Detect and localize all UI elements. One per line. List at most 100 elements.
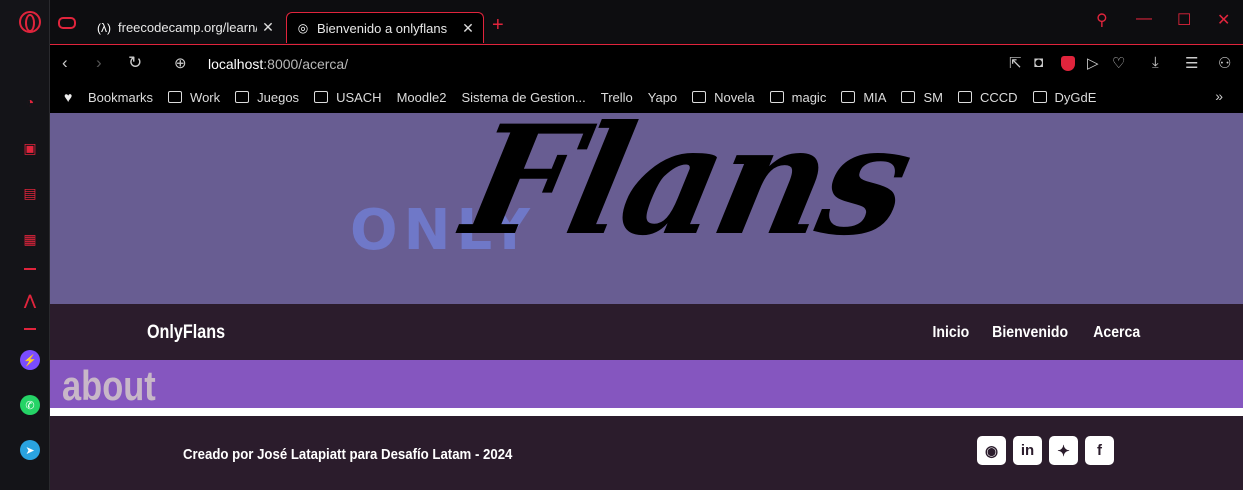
folder-icon <box>168 91 183 103</box>
site-footer: Creado por José Latapiatt para Desafío L… <box>50 416 1243 490</box>
facebook-icon[interactable]: f <box>1085 436 1114 465</box>
bookmark-label: Moodle2 <box>396 89 447 105</box>
bookmark-item[interactable]: magic <box>769 89 827 105</box>
bookmark-item[interactable]: CCCD <box>957 89 1018 105</box>
bookmark-item[interactable]: USACH <box>314 90 382 105</box>
divider <box>50 408 1243 416</box>
url-host: localhost <box>208 56 264 72</box>
bookmark-label: Trello <box>600 89 633 105</box>
bookmark-item[interactable]: Work <box>168 90 220 105</box>
github-icon[interactable]: ◉ <box>977 436 1006 465</box>
bookmark-label: USACH <box>336 89 382 105</box>
maximize-icon[interactable]: ☐ <box>1177 10 1191 30</box>
heart-icon: ♥ <box>64 89 73 105</box>
close-tab-icon[interactable]: ✕ <box>461 20 475 37</box>
bookmark-label: Yapo <box>647 89 678 105</box>
bookmark-label: Work <box>190 89 221 105</box>
nav-link-inicio[interactable]: Inicio <box>932 324 969 342</box>
bookmark-item[interactable]: Juegos <box>235 90 299 105</box>
gaming-icon[interactable] <box>58 17 76 29</box>
bookmark-item[interactable]: Sistema de Gestion... <box>100 89 586 208</box>
easy-setup-icon[interactable]: ☰ <box>1185 54 1198 72</box>
bookmark-item[interactable]: DyGdE <box>1032 90 1096 105</box>
bookmarks-overflow-icon[interactable]: » <box>1215 88 1223 104</box>
profile-icon[interactable]: ⚇ <box>1218 54 1231 72</box>
twitch-icon[interactable]: ▤ <box>20 183 40 203</box>
bookmark-item[interactable]: MIA <box>841 90 886 105</box>
camera-icon[interactable]: ◘ <box>1034 54 1043 71</box>
heart-icon[interactable]: ♡ <box>1112 54 1125 72</box>
whatsapp-icon[interactable]: ✆ <box>20 395 40 415</box>
url-field[interactable]: localhost:8000/acerca/ <box>208 56 348 72</box>
tab-title: Bienvenido a onlyflans <box>317 20 448 36</box>
site-navbar: OnlyFlans Inicio Bienvenido Acerca <box>50 304 1243 360</box>
about-section: about <box>50 360 1243 409</box>
bookmark-item[interactable]: Yapo <box>100 89 678 208</box>
reload-icon[interactable]: ↻ <box>128 53 142 73</box>
bookmark-label: MIA <box>863 89 887 105</box>
tab-onlyflans[interactable]: ◎ Bienvenido a onlyflans ✕ <box>286 12 484 43</box>
folder-icon <box>1032 91 1047 103</box>
telegram-icon[interactable]: ➤ <box>20 440 40 460</box>
twitter-icon[interactable]: ✦ <box>1049 436 1078 465</box>
footer-credit: Creado por José Latapiatt para Desafío L… <box>183 446 513 463</box>
bookmark-label: CCCD <box>979 89 1018 105</box>
bookmarks-bar: ♥ Bookmarks Work Juegos USACH Moodle2 Sistema … <box>50 82 1243 208</box>
bookmark-label: magic <box>791 89 827 105</box>
opera-logo-icon[interactable] <box>19 11 41 33</box>
back-icon[interactable]: ‹ <box>62 53 68 73</box>
send-icon[interactable]: ▷ <box>1087 54 1099 72</box>
folder-icon <box>769 91 784 103</box>
opera-sidebar: ◔ ▣ ▤ ▦ ⋀ ⚡ ✆ ➤ <box>0 0 50 490</box>
download-icon[interactable]: ⤓ <box>1152 54 1159 71</box>
url-path: :8000/acerca/ <box>263 56 349 72</box>
nav-link-bienvenido[interactable]: Bienvenido <box>993 324 1069 342</box>
nav-link-acerca[interactable]: Acerca <box>1093 324 1140 342</box>
brand-link[interactable]: OnlyFlans <box>147 322 225 344</box>
messenger-icon[interactable]: ⚡ <box>20 350 40 370</box>
page-title: about <box>62 362 156 409</box>
close-tab-icon[interactable]: ✕ <box>261 19 275 36</box>
folder-icon <box>841 91 856 103</box>
linkedin-icon[interactable]: in <box>1013 436 1042 465</box>
bookmark-label: Sistema de Gestion... <box>461 89 586 105</box>
folder-icon <box>957 91 972 103</box>
adblock-shield-icon[interactable] <box>1061 56 1075 71</box>
aria-icon[interactable]: ⋀ <box>20 290 40 310</box>
browser-window: ◔ ▣ ▤ ▦ ⋀ ⚡ ✆ ➤ (λ) freecodecamp.org/lea… <box>0 0 1243 490</box>
new-tab-button[interactable]: + <box>492 14 504 37</box>
web-page: ONLY Flans OnlyFlans Inicio Bienvenido A… <box>50 113 1243 490</box>
bookmark-item[interactable]: Trello <box>100 89 633 208</box>
logo-flans-text: Flans <box>451 113 923 269</box>
bookmark-label: SM <box>923 89 943 105</box>
globe-icon: ◎ <box>297 21 309 35</box>
forward-icon[interactable]: › <box>96 53 102 73</box>
sidebar-divider <box>24 328 36 330</box>
bookmark-item[interactable]: ♥ Bookmarks <box>64 89 153 105</box>
address-bar: ‹ › ↻ ⊕ localhost:8000/acerca/ ⇱ ◘ ▷ ♡ ⤓… <box>50 44 1243 82</box>
folder-icon <box>235 91 250 103</box>
tab-freecodecamp[interactable]: (λ) freecodecamp.org/learn/20 ✕ <box>88 12 283 43</box>
close-window-icon[interactable]: ✕ <box>1217 10 1230 30</box>
bookmark-item[interactable]: Moodle2 <box>100 89 447 208</box>
folder-icon <box>314 91 329 103</box>
bookmark-label: Novela <box>714 89 755 105</box>
folder-icon <box>692 91 707 103</box>
hero-banner: ONLY Flans <box>50 113 1243 304</box>
bookmark-label: Juegos <box>257 89 300 105</box>
search-tabs-icon[interactable]: ⚲ <box>1096 10 1108 30</box>
cpu-icon[interactable]: ▦ <box>20 229 40 249</box>
nav-links: Inicio Bienvenido Acerca <box>914 324 1143 342</box>
speed-dial-icon[interactable]: ◔ <box>20 92 40 112</box>
folder-icon <box>901 91 916 103</box>
site-info-icon[interactable]: ⊕ <box>174 54 187 72</box>
freecodecamp-icon: (λ) <box>97 20 111 35</box>
minimize-icon[interactable]: — <box>1136 10 1152 28</box>
bookmark-item[interactable]: Novela <box>692 89 755 105</box>
tab-title: freecodecamp.org/learn/20 <box>118 20 257 35</box>
shopping-bag-icon[interactable]: ▣ <box>20 138 40 158</box>
bookmark-item[interactable]: SM <box>901 90 943 105</box>
bookmark-label: Bookmarks <box>88 89 154 105</box>
sidebar-divider <box>24 268 36 270</box>
share-icon[interactable]: ⇱ <box>1009 54 1022 72</box>
